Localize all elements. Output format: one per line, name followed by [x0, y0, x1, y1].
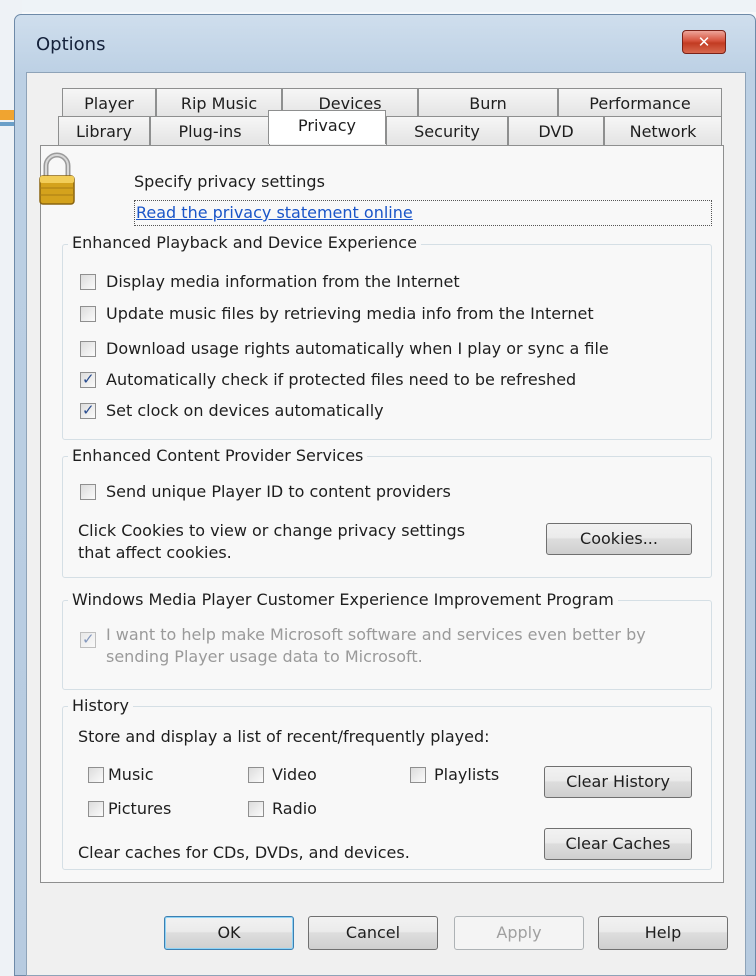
send-player-id-label: Send unique Player ID to content provide…: [106, 482, 451, 501]
history-playlists-checkbox[interactable]: [410, 767, 426, 783]
ceip-label-line1: I want to help make Microsoft software a…: [106, 625, 646, 644]
display-media-info-checkbox[interactable]: [80, 274, 96, 290]
tab-security[interactable]: Security: [386, 116, 508, 146]
history-music-label: Music: [108, 765, 154, 784]
display-media-info-label: Display media information from the Inter…: [106, 272, 460, 291]
cookies-button[interactable]: Cookies...: [546, 523, 692, 555]
cancel-button[interactable]: Cancel: [308, 916, 438, 950]
clear-history-button[interactable]: Clear History: [544, 766, 692, 798]
history-playlists-label: Playlists: [434, 765, 500, 784]
tab-library[interactable]: Library: [58, 116, 150, 146]
history-video-label: Video: [272, 765, 317, 784]
background-app-accent-blue: [0, 122, 14, 126]
update-music-files-label: Update music files by retrieving media i…: [106, 304, 594, 323]
tab-network[interactable]: Network: [604, 116, 722, 146]
ceip-checkbox[interactable]: [80, 630, 96, 648]
history-pictures-checkbox[interactable]: [88, 801, 104, 817]
tab-label: Burn: [469, 94, 507, 113]
tab-performance[interactable]: Performance: [558, 88, 722, 118]
set-clock-checkbox[interactable]: [80, 401, 96, 419]
help-button[interactable]: Help: [598, 916, 728, 950]
group-title-history: History: [68, 696, 133, 715]
history-radio-checkbox[interactable]: [248, 801, 264, 817]
tab-label: Network: [629, 122, 697, 141]
padlock-icon: [39, 152, 75, 205]
send-player-id-checkbox[interactable]: [80, 484, 96, 500]
history-pictures-label: Pictures: [108, 799, 172, 818]
history-radio-label: Radio: [272, 799, 317, 818]
group-title-content-provider: Enhanced Content Provider Services: [68, 446, 368, 465]
update-music-files-checkbox[interactable]: [80, 306, 96, 322]
check-protected-files-label: Automatically check if protected files n…: [106, 370, 577, 389]
download-usage-rights-checkbox[interactable]: [80, 341, 96, 357]
history-video-checkbox[interactable]: [248, 767, 264, 783]
close-button[interactable]: ✕: [682, 30, 726, 54]
privacy-heading: Specify privacy settings: [134, 172, 325, 191]
check-protected-files-checkbox[interactable]: [80, 370, 96, 388]
set-clock-label: Set clock on devices automatically: [106, 401, 384, 420]
group-title-ceip: Windows Media Player Customer Experience…: [68, 590, 618, 609]
apply-button[interactable]: Apply: [454, 916, 584, 950]
cookies-description-line2: that affect cookies.: [78, 543, 232, 562]
tab-burn[interactable]: Burn: [418, 88, 558, 118]
ceip-label-line2: sending Player usage data to Microsoft.: [106, 647, 423, 666]
tab-label: Plug-ins: [178, 122, 242, 141]
tab-label: Player: [84, 94, 134, 113]
tab-privacy[interactable]: Privacy: [268, 110, 386, 144]
tab-player[interactable]: Player: [62, 88, 156, 118]
link-focus-rectangle: [134, 200, 712, 226]
clear-caches-button[interactable]: Clear Caches: [544, 828, 692, 860]
history-music-checkbox[interactable]: [88, 767, 104, 783]
tab-label: Performance: [589, 94, 691, 113]
tab-label: Library: [76, 122, 132, 141]
download-usage-rights-label: Download usage rights automatically when…: [106, 339, 609, 358]
ceip-label: I want to help make Microsoft software a…: [106, 624, 646, 668]
tab-label: Security: [414, 122, 480, 141]
background-app-accent: [0, 110, 14, 120]
tab-label: DVD: [538, 122, 574, 141]
history-description: Store and display a list of recent/frequ…: [78, 727, 490, 746]
clear-caches-description: Clear caches for CDs, DVDs, and devices.: [78, 843, 410, 862]
tab-label: Rip Music: [180, 94, 258, 113]
cookies-description-line1: Click Cookies to view or change privacy …: [78, 521, 466, 540]
tab-label: Privacy: [298, 116, 356, 135]
group-title-enhanced-playback: Enhanced Playback and Device Experience: [68, 233, 421, 252]
background-app-strip-top: [0, 0, 756, 12]
tab-rip-music[interactable]: Rip Music: [156, 88, 282, 118]
ok-button[interactable]: OK: [164, 916, 294, 950]
dialog-title: Options: [36, 34, 106, 55]
tab-plug-ins[interactable]: Plug-ins: [150, 116, 270, 146]
tab-dvd[interactable]: DVD: [508, 116, 604, 146]
cookies-description: Click Cookies to view or change privacy …: [78, 520, 465, 564]
